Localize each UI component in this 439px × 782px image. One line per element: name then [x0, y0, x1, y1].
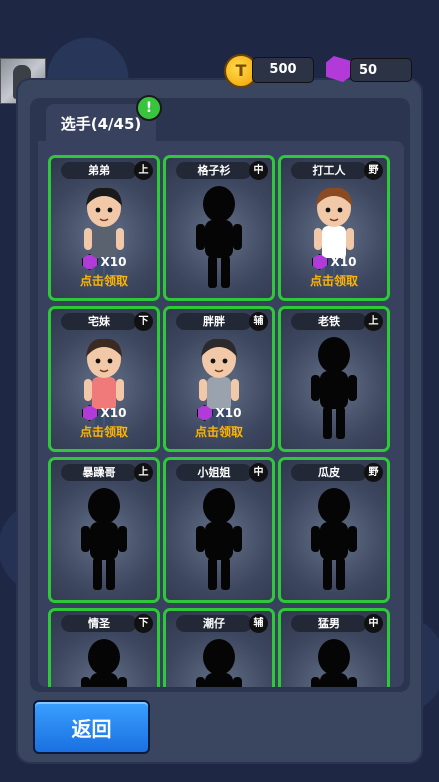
position-badge: 辅	[249, 614, 268, 633]
claim-button[interactable]: 点击领取	[281, 272, 387, 289]
gem-icon	[81, 405, 98, 421]
character-name: 老铁	[291, 313, 367, 330]
character-card[interactable]: 小姐姐中	[163, 457, 275, 603]
position-badge: 中	[249, 463, 268, 482]
character-name: 情圣	[61, 615, 137, 632]
reward-amount: X10	[215, 406, 242, 420]
position-badge: 辅	[249, 312, 268, 331]
coin-counter: 500	[252, 57, 314, 83]
locked-silhouette-icon	[196, 639, 242, 687]
position-badge: 野	[364, 161, 383, 180]
character-card[interactable]: 猛男中	[278, 608, 390, 687]
position-badge: 上	[134, 161, 153, 180]
character-card[interactable]: 宅妹下 X10 点击领取	[48, 306, 160, 452]
back-button[interactable]: 返回	[33, 700, 150, 754]
character-name: 小姐姐	[176, 464, 252, 481]
reward-label: X10	[51, 405, 157, 421]
locked-silhouette-icon	[196, 186, 242, 288]
character-name: 瓜皮	[291, 464, 367, 481]
position-badge: 中	[249, 161, 268, 180]
character-card[interactable]: 胖胖辅 X10 点击领取	[163, 306, 275, 452]
reward-label: X10	[166, 405, 272, 421]
locked-silhouette-icon	[81, 639, 127, 687]
character-card[interactable]: 瓜皮野	[278, 457, 390, 603]
position-badge: 下	[134, 312, 153, 331]
reward-label: X10	[281, 254, 387, 270]
character-name: 猛男	[291, 615, 367, 632]
gem-counter: 50	[350, 58, 412, 82]
character-card[interactable]: 潮仔辅	[163, 608, 275, 687]
locked-silhouette-icon	[311, 639, 357, 687]
locked-silhouette-icon	[311, 337, 357, 439]
gem-icon	[311, 254, 328, 270]
claim-button[interactable]: 点击领取	[51, 272, 157, 289]
character-card[interactable]: 暴躁哥上	[48, 457, 160, 603]
gem-icon	[81, 254, 98, 270]
claim-button[interactable]: 点击领取	[166, 423, 272, 440]
character-name: 暴躁哥	[61, 464, 137, 481]
character-card[interactable]: 格子衫中	[163, 155, 275, 301]
reward-amount: X10	[330, 255, 357, 269]
claim-button[interactable]: 点击领取	[51, 423, 157, 440]
alert-badge-text: !	[145, 100, 153, 116]
position-badge: 上	[364, 312, 383, 331]
position-badge: 中	[364, 614, 383, 633]
gem-value: 50	[359, 63, 378, 78]
position-badge: 下	[134, 614, 153, 633]
character-card[interactable]: 老铁上	[278, 306, 390, 452]
character-card[interactable]: 打工人野 X10 点击领取	[278, 155, 390, 301]
position-badge: 上	[134, 463, 153, 482]
locked-silhouette-icon	[81, 488, 127, 590]
reward-amount: X10	[100, 406, 127, 420]
character-name: 格子衫	[176, 162, 252, 179]
back-button-label: 返回	[71, 716, 112, 741]
locked-silhouette-icon	[311, 488, 357, 590]
character-name: 打工人	[291, 162, 367, 179]
character-name: 潮仔	[176, 615, 252, 632]
character-name: 弟弟	[61, 162, 137, 179]
character-name: 宅妹	[61, 313, 137, 330]
character-card[interactable]: 弟弟上 X10 点击领取	[48, 155, 160, 301]
character-grid: 弟弟上 X10 点击领取 格子衫中打工人野 X10 点击领取 宅妹下 X10 点击领取 胖胖辅 X1…	[38, 141, 404, 687]
reward-label: X10	[51, 254, 157, 270]
locked-silhouette-icon	[196, 488, 242, 590]
character-card[interactable]: 情圣下	[48, 608, 160, 687]
character-name: 胖胖	[176, 313, 252, 330]
alert-badge-icon: !	[136, 95, 162, 121]
tab-players-label: 选手(4/45)	[60, 114, 142, 133]
gem-icon	[196, 405, 213, 421]
reward-amount: X10	[100, 255, 127, 269]
position-badge: 野	[364, 463, 383, 482]
coin-value: 500	[269, 62, 297, 77]
